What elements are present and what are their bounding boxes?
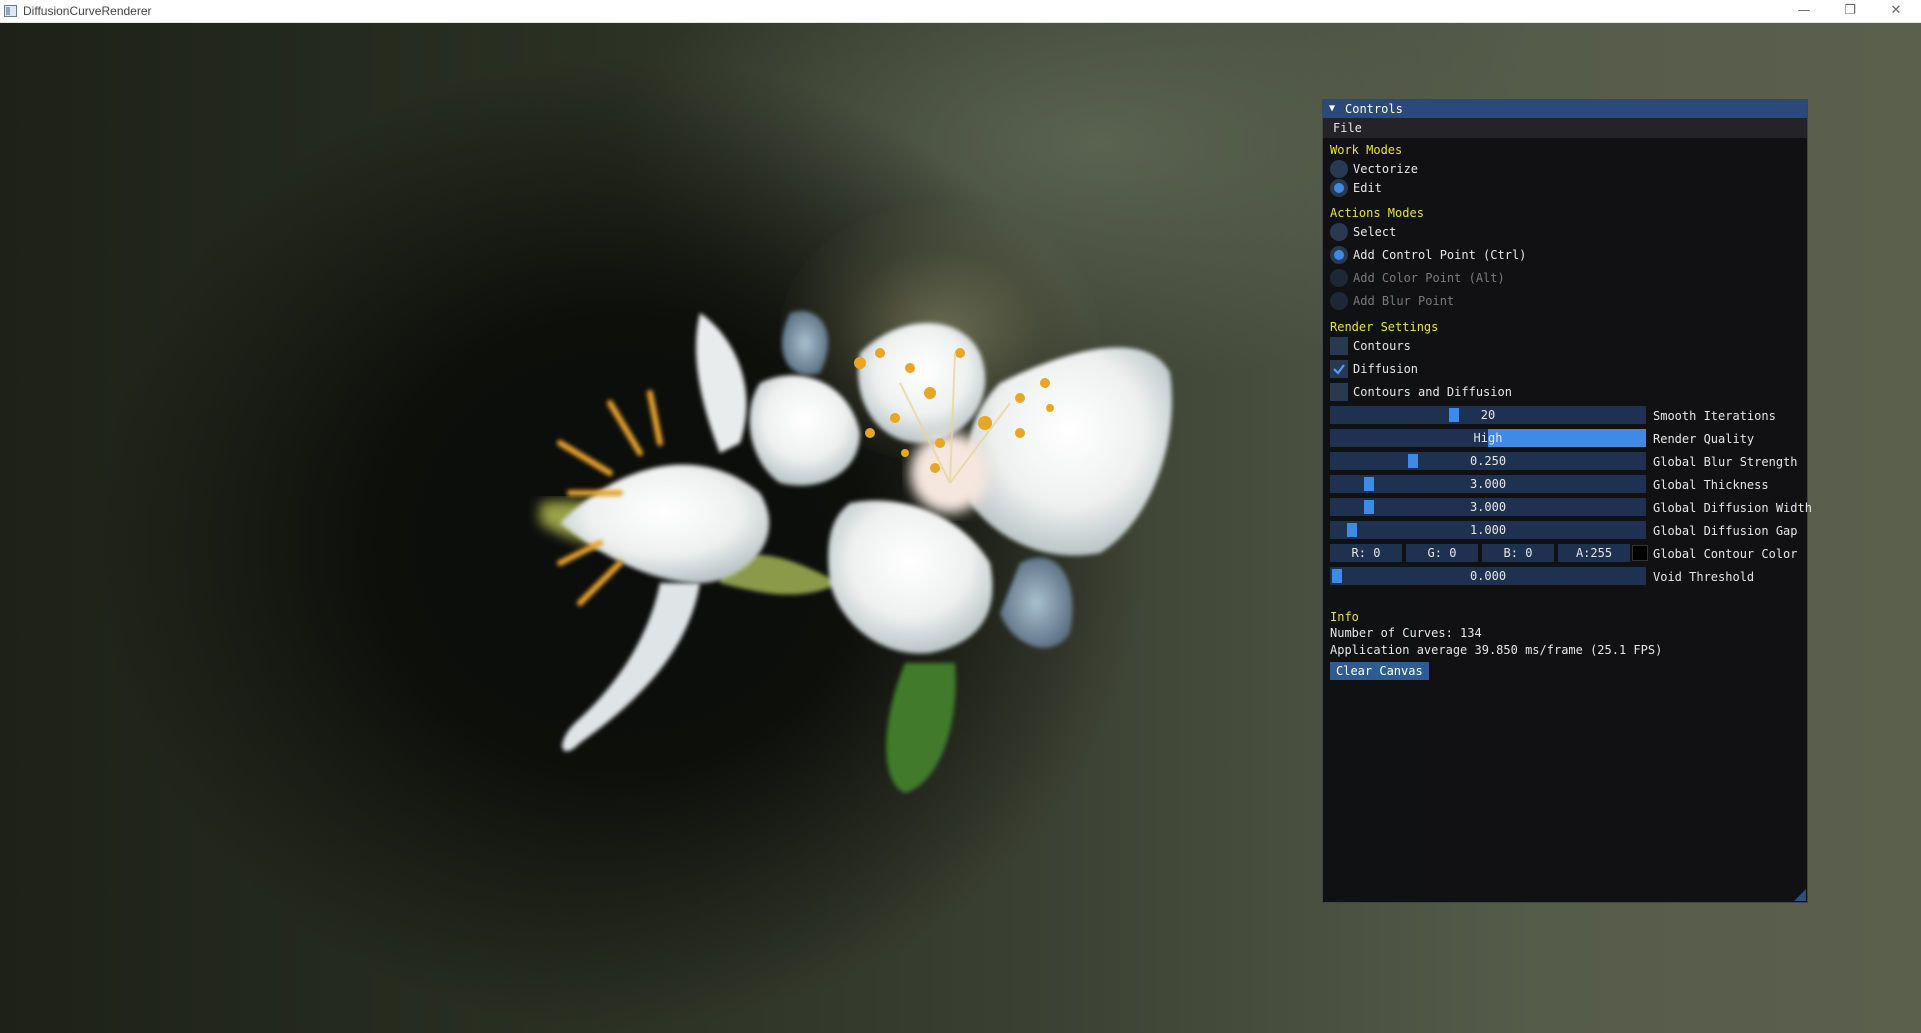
color-g-field[interactable]: G: 0 — [1406, 544, 1478, 562]
color-b-field[interactable]: B: 0 — [1482, 544, 1554, 562]
smooth-iterations-label: Smooth Iterations — [1653, 409, 1776, 423]
collapse-arrow-icon[interactable]: ▼ — [1329, 103, 1335, 114]
controls-panel[interactable]: ▼ Controls File Work Modes Vectorize Edi… — [1322, 99, 1812, 903]
info-heading: Info — [1330, 610, 1359, 624]
app-icon — [4, 5, 17, 17]
color-a-field[interactable]: A:255 — [1558, 544, 1630, 562]
panel-titlebar[interactable]: ▼ Controls — [1323, 100, 1807, 118]
checkbox[interactable] — [1330, 337, 1348, 355]
maximize-button[interactable]: ❐ — [1827, 0, 1873, 22]
global-thickness-slider[interactable]: 3.000 — [1330, 475, 1646, 493]
close-button[interactable]: ✕ — [1873, 0, 1919, 22]
leaf — [886, 663, 956, 793]
global-blur-strength-slider[interactable]: 0.250 — [1330, 452, 1646, 470]
window-titlebar: DiffusionCurveRenderer — ❐ ✕ — [0, 0, 1921, 23]
render-quality-label: Render Quality — [1653, 432, 1755, 446]
checkbox[interactable] — [1330, 360, 1348, 378]
radio-button[interactable] — [1330, 160, 1348, 178]
panel-title: Controls — [1345, 102, 1403, 116]
global-contour-color-label: Global Contour Color — [1653, 547, 1798, 561]
resize-grip-icon[interactable] — [1794, 889, 1806, 901]
checkmark-icon — [1333, 364, 1345, 375]
radio-button[interactable] — [1330, 223, 1348, 241]
smooth-iterations-slider[interactable]: 20 — [1330, 406, 1646, 424]
global-diffusion-width-label: Global Diffusion Width — [1653, 501, 1812, 515]
global-blur-strength-label: Global Blur Strength — [1653, 455, 1798, 469]
work-modes-heading: Work Modes — [1330, 143, 1403, 157]
color-r-field[interactable]: R: 0 — [1330, 544, 1402, 562]
radio-button[interactable] — [1330, 269, 1348, 287]
radio-button[interactable] — [1330, 179, 1348, 197]
window-title: DiffusionCurveRenderer — [23, 4, 152, 18]
global-diffusion-gap-slider[interactable]: 1.000 — [1330, 521, 1646, 539]
contour-color-editor[interactable]: R: 0 G: 0 B: 0 A:255 — [1330, 544, 1648, 562]
render-settings-heading: Render Settings — [1330, 320, 1439, 334]
color-swatch[interactable] — [1632, 545, 1648, 561]
global-diffusion-gap-label: Global Diffusion Gap — [1653, 524, 1798, 538]
clear-canvas-button[interactable]: Clear Canvas — [1330, 662, 1429, 680]
void-threshold-label: Void Threshold — [1653, 570, 1755, 584]
void-threshold-slider[interactable]: 0.000 — [1330, 567, 1646, 585]
radio-button[interactable] — [1330, 246, 1348, 264]
actions-modes-heading: Actions Modes — [1330, 206, 1424, 220]
menubar: File — [1323, 118, 1807, 138]
minimize-button[interactable]: — — [1781, 0, 1827, 22]
checkbox[interactable] — [1330, 383, 1348, 401]
global-thickness-label: Global Thickness — [1653, 478, 1769, 492]
global-diffusion-width-slider[interactable]: 3.000 — [1330, 498, 1646, 516]
render-quality-combo[interactable]: High — [1330, 429, 1646, 447]
radio-button[interactable] — [1330, 292, 1348, 310]
performance-info: Application average 39.850 ms/frame (25.… — [1330, 643, 1663, 657]
menu-file[interactable]: File — [1333, 121, 1362, 135]
